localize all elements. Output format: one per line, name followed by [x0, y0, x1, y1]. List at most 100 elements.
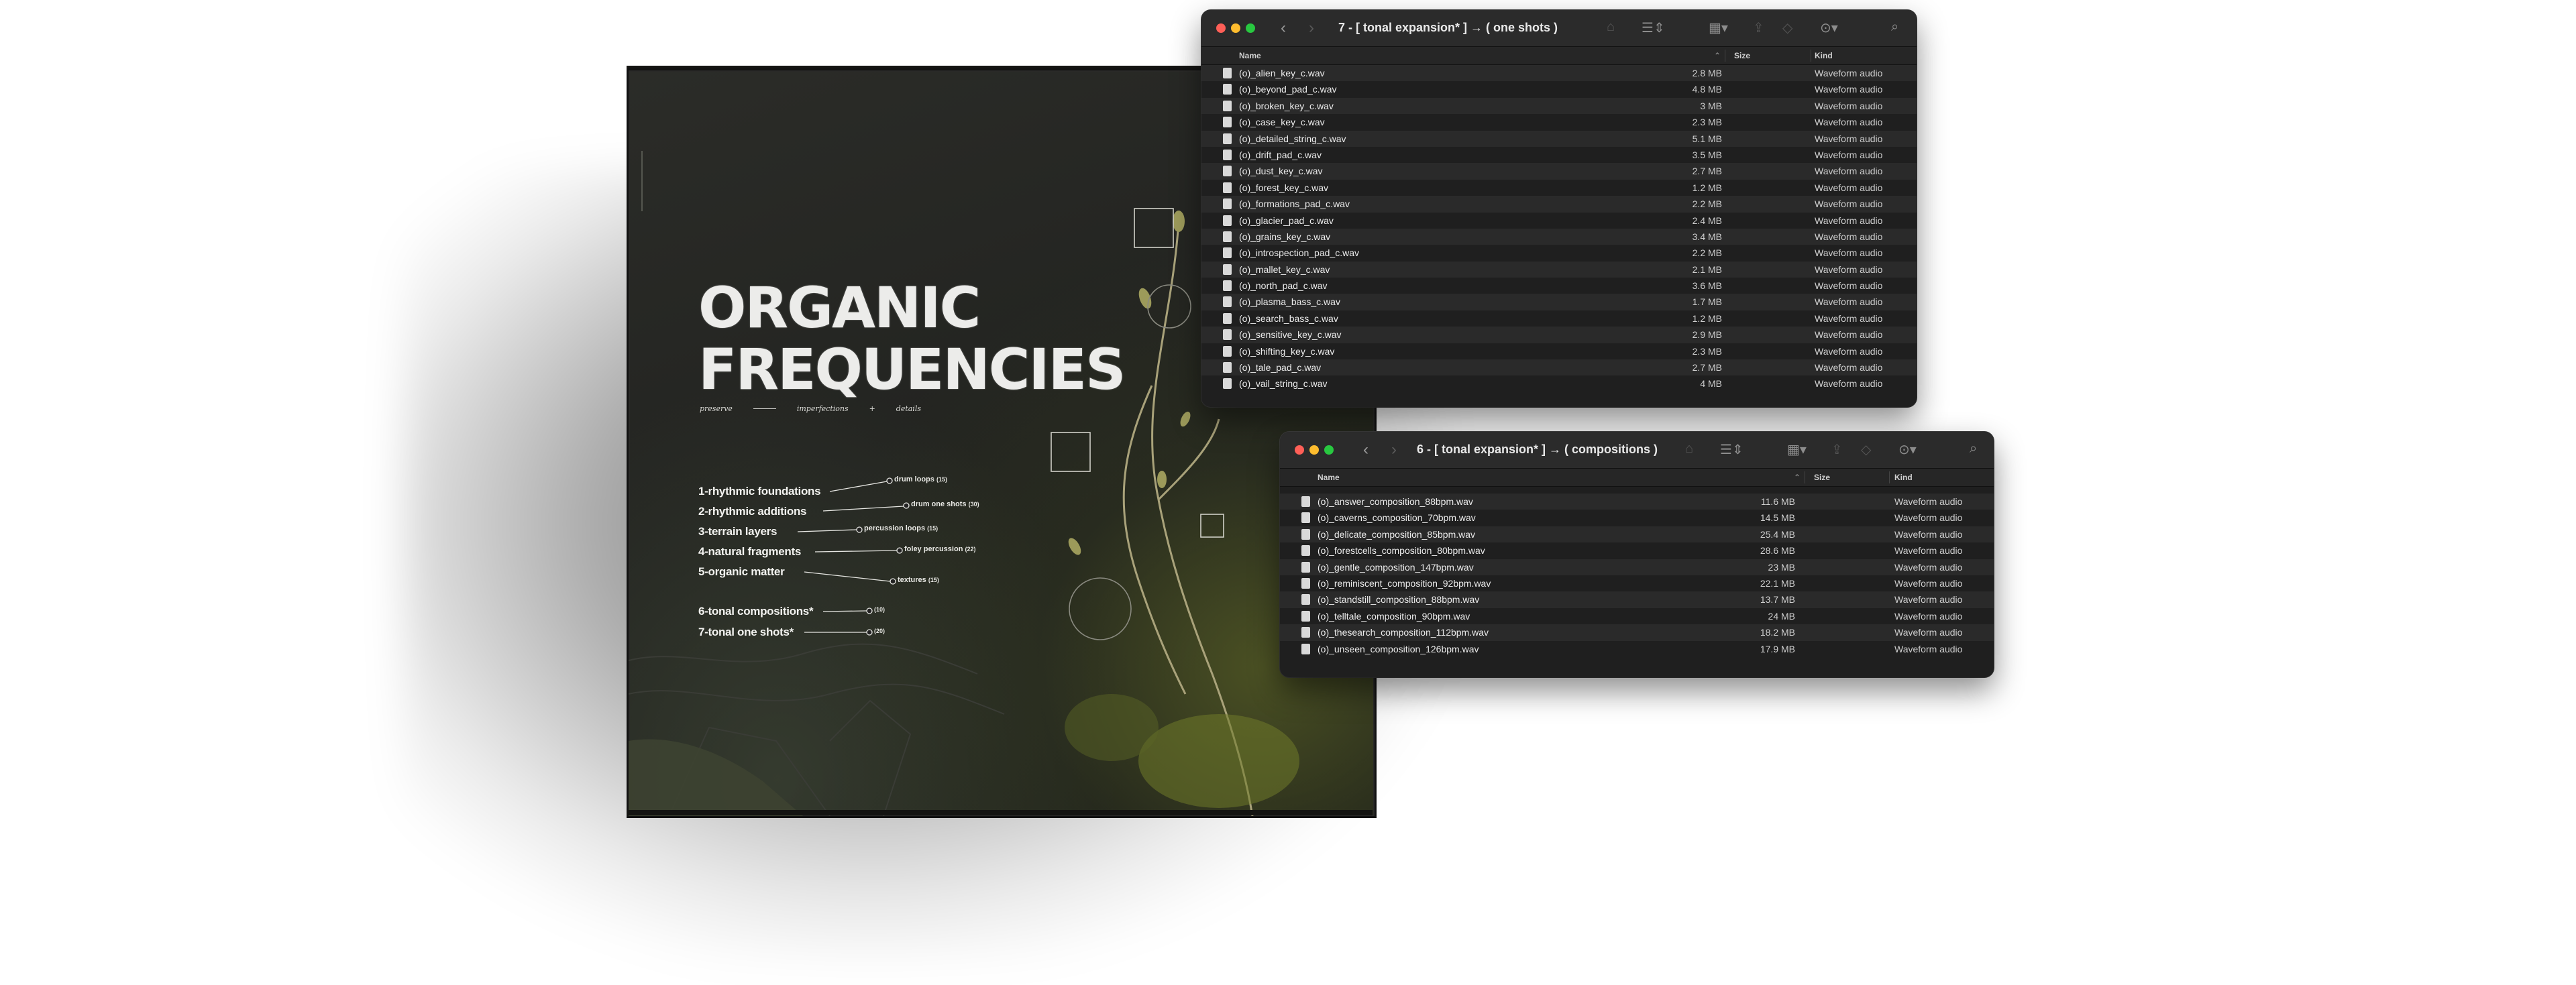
file-size: 2.8 MB [1692, 68, 1722, 78]
file-row[interactable]: (o)_alien_key_c.wav 2.8 MB Waveform audio [1201, 65, 1917, 82]
file-row[interactable]: (o)_tale_pad_c.wav 2.7 MB Waveform audio [1201, 359, 1917, 376]
file-size: 3 MB [1700, 100, 1722, 111]
folder-icon[interactable]: ⌂ [1607, 19, 1615, 35]
window-titlebar[interactable]: ‹ › 7 - [ tonal expansion* ] → ( one sho… [1201, 10, 1917, 47]
more-icon[interactable]: ⊙▾ [1898, 441, 1917, 458]
more-icon[interactable]: ⊙▾ [1820, 19, 1838, 36]
file-name: (o)_alien_key_c.wav [1239, 68, 1325, 78]
file-row[interactable]: (o)_dust_key_c.wav 2.7 MB Waveform audio [1201, 163, 1917, 180]
minimize-button[interactable] [1231, 23, 1240, 33]
audio-file-icon [1223, 231, 1232, 242]
file-row[interactable]: (o)_north_pad_c.wav 3.6 MB Waveform audio [1201, 278, 1917, 294]
file-kind: Waveform audio [1815, 247, 1883, 259]
chevron-right-icon[interactable]: › [1391, 441, 1397, 459]
file-row[interactable]: (o)_unseen_composition_126bpm.wav 17.9 MB… [1280, 640, 1994, 657]
column-name[interactable]: Name [1239, 51, 1261, 60]
window-titlebar[interactable]: ‹ › 6 - [ tonal expansion* ] → ( composi… [1280, 432, 1994, 469]
close-button[interactable] [1295, 445, 1304, 455]
tag-icon[interactable]: ◇ [1861, 441, 1871, 458]
chevron-right-icon[interactable]: › [1309, 19, 1314, 38]
file-row[interactable]: (o)_formations_pad_c.wav 2.2 MB Waveform a… [1201, 196, 1917, 213]
file-kind: Waveform audio [1815, 362, 1883, 373]
file-name: (o)_plasma_bass_c.wav [1239, 296, 1340, 308]
file-row[interactable]: (o)_mallet_key_c.wav 2.1 MB Waveform audio [1201, 261, 1917, 278]
file-kind: Waveform audio [1815, 264, 1883, 275]
file-row[interactable]: (o)_shifting_key_c.wav 2.3 MB Waveform aud… [1201, 343, 1917, 360]
file-name: (o)_mallet_key_c.wav [1239, 264, 1330, 275]
file-row[interactable]: (o)_standstill_composition_88bpm.wav 13.7… [1280, 591, 1994, 608]
category-7: 7-tonal one shots* [698, 626, 794, 638]
search-icon[interactable]: ⌕ [1970, 441, 1977, 457]
file-row[interactable]: (o)_search_bass_c.wav 1.2 MB Waveform audi… [1201, 310, 1917, 327]
file-kind: Waveform audio [1815, 100, 1883, 111]
audio-file-icon [1301, 496, 1310, 507]
share-icon[interactable]: ⇪ [1831, 441, 1843, 458]
window-title: 6 - [ tonal expansion* ] → ( composition… [1417, 443, 1658, 456]
file-kind: Waveform audio [1815, 68, 1883, 78]
file-name: (o)_reminiscent_composition_92bpm.wav [1318, 577, 1491, 589]
file-row[interactable]: (o)_drift_pad_c.wav 3.5 MB Waveform audio [1201, 146, 1917, 164]
column-name[interactable]: Name [1318, 473, 1340, 482]
column-kind[interactable]: Kind [1815, 51, 1833, 60]
file-size: 2.7 MB [1692, 166, 1722, 177]
file-kind: Waveform audio [1894, 512, 1963, 524]
search-icon[interactable]: ⌕ [1891, 19, 1898, 35]
grid-view-icon[interactable]: ▦▾ [1709, 19, 1728, 36]
file-row[interactable]: (o)_sensitive_key_c.wav 2.9 MB Waveform au… [1201, 327, 1917, 343]
folder-icon[interactable]: ⌂ [1685, 441, 1693, 457]
grid-view-icon[interactable]: ▦▾ [1787, 441, 1807, 458]
audio-file-icon [1301, 561, 1310, 573]
file-row[interactable]: (o)_answer_composition_88bpm.wav 11.6 MB W… [1280, 494, 1994, 510]
file-name: (o)_formations_pad_c.wav [1239, 198, 1350, 210]
file-kind: Waveform audio [1815, 296, 1883, 308]
file-size: 11.6 MB [1760, 496, 1795, 507]
file-row[interactable]: (o)_glacier_pad_c.wav 2.4 MB Waveform audi… [1201, 212, 1917, 229]
file-kind: Waveform audio [1894, 577, 1963, 589]
file-row[interactable]: (o)_gentle_composition_147bpm.wav 23 MB Wa… [1280, 559, 1994, 575]
file-row[interactable]: (o)_vail_string_c.wav 4 MB Waveform audio [1201, 375, 1917, 392]
column-kind[interactable]: Kind [1894, 473, 1913, 482]
file-row[interactable]: (o)_reminiscent_composition_92bpm.wav 22.… [1280, 575, 1994, 592]
file-size: 2.2 MB [1692, 198, 1722, 210]
file-row[interactable]: (o)_plasma_bass_c.wav 1.7 MB Waveform audi… [1201, 294, 1917, 310]
zoom-button[interactable] [1246, 23, 1255, 33]
file-row[interactable]: (o)_delicate_composition_85bpm.wav 25.4 M… [1280, 526, 1994, 543]
file-kind: Waveform audio [1815, 117, 1883, 128]
category-5: 5-organic matter [698, 565, 785, 578]
file-row[interactable]: (o)_forestcells_composition_80bpm.wav 28.… [1280, 542, 1994, 559]
audio-file-icon [1301, 627, 1310, 638]
file-name: (o)_caverns_composition_70bpm.wav [1318, 512, 1476, 524]
category-1: 1-rhythmic foundations [698, 485, 821, 498]
file-row[interactable]: (o)_thesearch_composition_112bpm.wav 18.2… [1280, 624, 1994, 641]
file-row[interactable]: (o)_telltale_composition_90bpm.wav 24 MB W… [1280, 607, 1994, 625]
file-row[interactable]: (o)_forest_key_c.wav 1.2 MB Waveform audio [1201, 179, 1917, 196]
column-size[interactable]: Size [1814, 473, 1830, 482]
file-row[interactable]: (o)_grains_key_c.wav 3.4 MB Waveform audio [1201, 228, 1917, 245]
chevron-left-icon[interactable]: ‹ [1281, 19, 1286, 38]
file-kind: Waveform audio [1815, 215, 1883, 226]
file-row[interactable]: (o)_broken_key_c.wav 3 MB Waveform audio [1201, 97, 1917, 115]
tag-icon[interactable]: ◇ [1782, 19, 1792, 36]
file-row[interactable]: (o)_beyond_pad_c.wav 4.8 MB Waveform audio [1201, 81, 1917, 98]
audio-file-icon [1223, 312, 1232, 324]
file-name: (o)_forestcells_composition_80bpm.wav [1318, 545, 1485, 557]
column-size[interactable]: Size [1734, 51, 1750, 60]
list-view-icon[interactable]: ☰⇕ [1720, 441, 1743, 458]
file-row[interactable]: (o)_caverns_composition_70bpm.wav 14.5 MB… [1280, 510, 1994, 526]
file-row[interactable]: (o)_case_key_c.wav 2.3 MB Waveform audio [1201, 114, 1917, 131]
file-name: (o)_glacier_pad_c.wav [1239, 215, 1334, 226]
close-button[interactable] [1216, 23, 1226, 33]
share-icon[interactable]: ⇪ [1753, 19, 1764, 36]
list-view-icon[interactable]: ☰⇕ [1642, 19, 1665, 36]
file-row[interactable]: (o)_detailed_string_c.wav 5.1 MB Waveform … [1201, 130, 1917, 147]
file-name: (o)_thesearch_composition_112bpm.wav [1318, 627, 1489, 638]
minimize-button[interactable] [1309, 445, 1319, 455]
zoom-button[interactable] [1324, 445, 1334, 455]
chevron-left-icon[interactable]: ‹ [1363, 441, 1368, 459]
audio-file-icon [1223, 247, 1232, 259]
sort-indicator-icon: ⌃ [1714, 51, 1721, 60]
file-row[interactable]: (o)_introspection_pad_c.wav 2.2 MB Wavefor… [1201, 245, 1917, 262]
audio-file-icon [1223, 182, 1232, 193]
file-kind: Waveform audio [1815, 280, 1883, 292]
subcategory-count: (22) [965, 546, 976, 553]
